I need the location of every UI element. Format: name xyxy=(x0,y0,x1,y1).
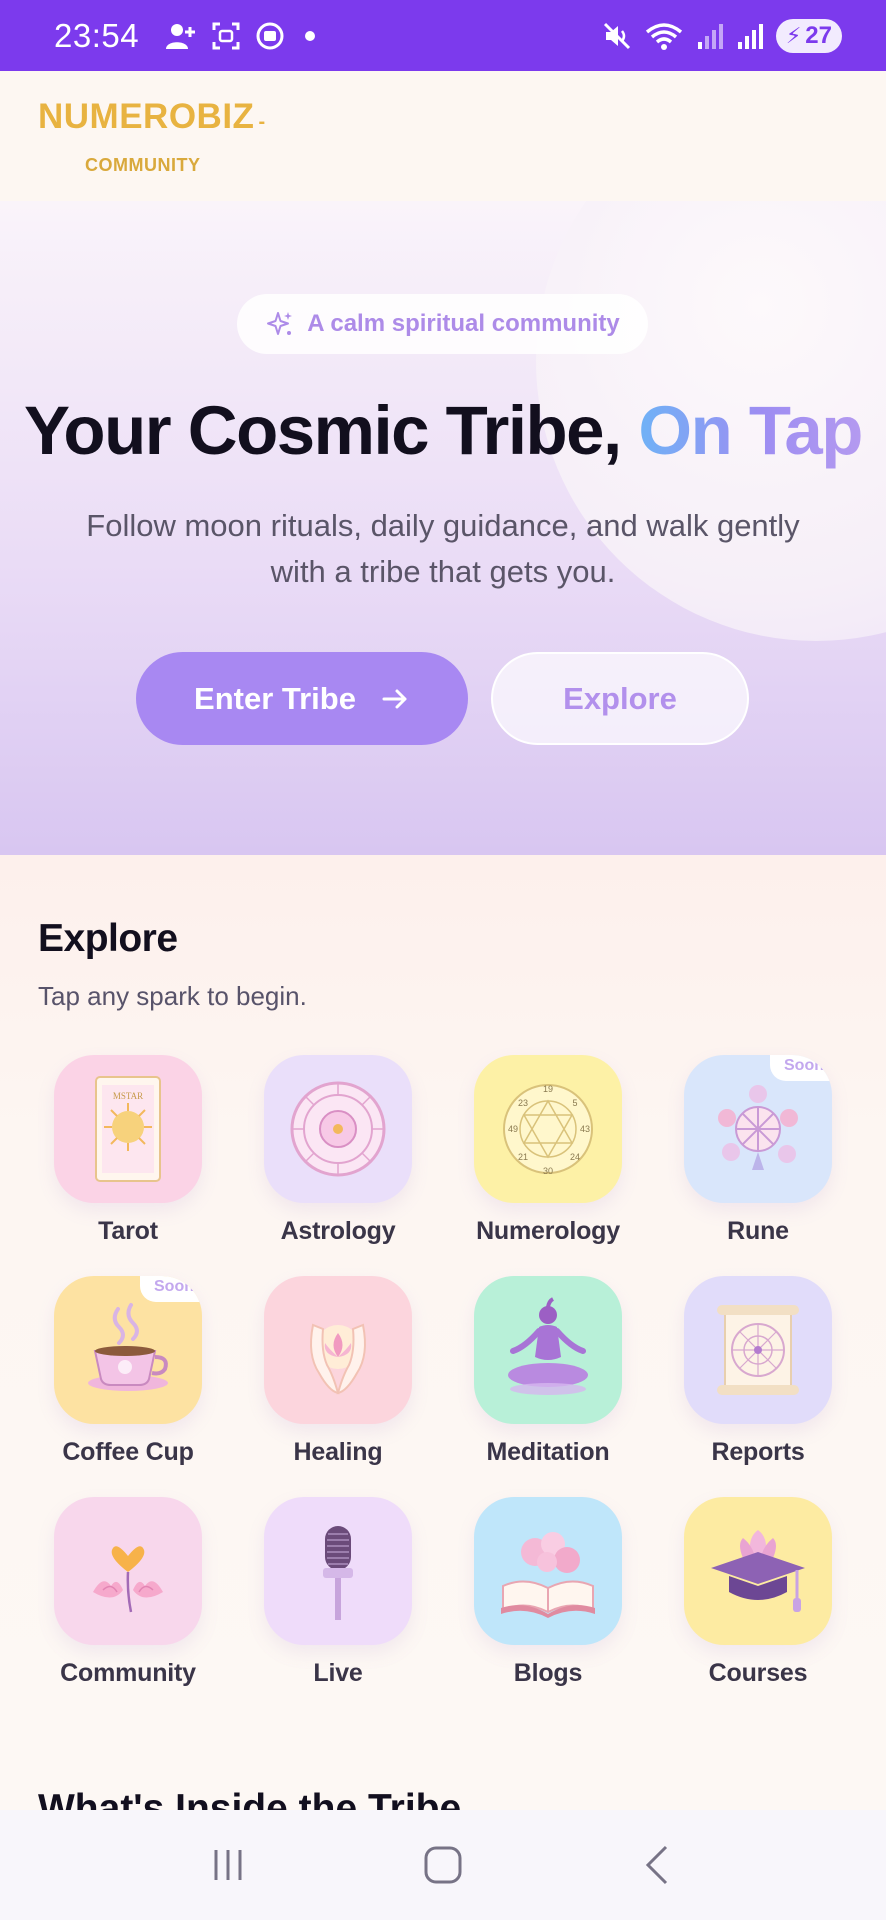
person-add-icon xyxy=(166,23,196,49)
battery-level: 27 xyxy=(805,21,832,49)
tarot-card-icon: MSTAR xyxy=(54,1055,202,1203)
svg-text:23: 23 xyxy=(518,1098,528,1108)
graduation-cap-icon xyxy=(684,1497,832,1645)
explore-tile-blogs[interactable]: Blogs xyxy=(443,1497,653,1688)
explore-tile-rune[interactable]: Soon Rune xyxy=(653,1055,863,1246)
explore-tile-reports[interactable]: Reports xyxy=(653,1276,863,1467)
recent-apps-icon xyxy=(214,1850,242,1880)
svg-text:21: 21 xyxy=(518,1152,528,1162)
recent-apps-button[interactable] xyxy=(188,1835,268,1895)
tile-label: Coffee Cup xyxy=(62,1438,194,1466)
logo-mark: - xyxy=(258,111,266,133)
status-notification-icons xyxy=(163,21,321,51)
explore-title: Explore xyxy=(38,917,178,960)
home-button[interactable] xyxy=(403,1835,483,1895)
explore-tile-numerology[interactable]: 19 49 43 30 23 5 21 24 Numerology xyxy=(443,1055,653,1246)
signal-icon xyxy=(697,23,723,49)
svg-text:5: 5 xyxy=(572,1098,577,1108)
healing-hands-icon xyxy=(264,1276,412,1424)
open-book-icon xyxy=(474,1497,622,1645)
app-header: NUMEROBIZ - COMMUNITY xyxy=(0,71,886,201)
status-time: 23:54 xyxy=(54,16,140,54)
section-title-whats-inside: What's Inside the Tribe xyxy=(38,1787,462,1810)
mute-icon xyxy=(603,22,630,49)
tile-label: Rune xyxy=(727,1217,789,1245)
explore-tile-healing[interactable]: Healing xyxy=(233,1276,443,1467)
screen-record-icon xyxy=(256,22,284,49)
tile-label: Reports xyxy=(711,1438,805,1466)
tile-label: Numerology xyxy=(476,1217,620,1245)
lotus-heart-icon xyxy=(54,1497,202,1645)
status-bar: 23:54 ⚡ 27 xyxy=(0,0,886,71)
system-navigation-bar xyxy=(0,1810,886,1920)
svg-text:19: 19 xyxy=(543,1084,553,1094)
explore-button[interactable]: Explore xyxy=(491,652,749,745)
hero-title-accent: On Tap xyxy=(638,392,863,469)
hero-title: Your Cosmic Tribe, On Tap xyxy=(0,391,886,470)
tile-label: Healing xyxy=(293,1438,383,1466)
wifi-icon xyxy=(645,22,682,50)
zodiac-wheel-icon xyxy=(264,1055,412,1203)
logo-text: NUMEROBIZ xyxy=(38,97,255,136)
scroll-chart-icon xyxy=(684,1276,832,1424)
back-icon xyxy=(646,1845,668,1885)
dot-icon xyxy=(305,30,316,41)
tile-label: Community xyxy=(60,1659,196,1687)
explore-tile-coffee-cup[interactable]: Soon Coffee Cup xyxy=(23,1276,233,1467)
svg-text:MSTAR: MSTAR xyxy=(113,1091,143,1101)
tile-label: Meditation xyxy=(486,1438,610,1466)
microphone-icon xyxy=(264,1497,412,1645)
signal-icon xyxy=(737,23,763,49)
hero-title-main: Your Cosmic Tribe, xyxy=(24,392,639,469)
hero-subtitle: Follow moon rituals, daily guidance, and… xyxy=(86,508,800,589)
meditation-icon xyxy=(474,1276,622,1424)
hero-tagline: A calm spiritual community xyxy=(307,310,620,337)
svg-text:24: 24 xyxy=(570,1152,580,1162)
explore-tile-courses[interactable]: Courses xyxy=(653,1497,863,1688)
svg-text:30: 30 xyxy=(543,1166,553,1176)
enter-tribe-label: Enter Tribe xyxy=(194,680,356,716)
tile-label: Live xyxy=(313,1659,363,1687)
tile-label: Tarot xyxy=(98,1217,158,1245)
tile-label: Blogs xyxy=(513,1659,583,1687)
tile-label: Astrology xyxy=(280,1217,396,1245)
arrow-right-icon xyxy=(382,689,407,708)
explore-section: Explore Tap any spark to begin. MSTAR Ta… xyxy=(0,855,886,1810)
home-icon xyxy=(424,1846,462,1884)
soon-badge: Soon xyxy=(770,1055,832,1081)
sparkles-icon xyxy=(267,312,293,335)
explore-tile-community[interactable]: Community xyxy=(23,1497,233,1688)
coffee-cup-icon: Soon xyxy=(54,1276,202,1424)
status-system-icons: ⚡ 27 xyxy=(602,18,842,53)
explore-tile-live[interactable]: Live xyxy=(233,1497,443,1688)
rune-stones-icon: Soon xyxy=(684,1055,832,1203)
enter-tribe-button[interactable]: Enter Tribe xyxy=(136,652,468,745)
numerology-wheel-icon: 19 49 43 30 23 5 21 24 xyxy=(474,1055,622,1203)
tile-label: Courses xyxy=(708,1659,808,1687)
battery-icon: ⚡ 27 xyxy=(775,18,842,53)
svg-text:43: 43 xyxy=(580,1124,590,1134)
logo-subtitle: COMMUNITY xyxy=(85,155,201,175)
explore-tile-astrology[interactable]: Astrology xyxy=(233,1055,443,1246)
app-logo[interactable]: NUMEROBIZ - xyxy=(38,97,266,137)
explore-tile-tarot[interactable]: MSTAR Tarot xyxy=(23,1055,233,1246)
screenshot-icon xyxy=(212,22,240,49)
soon-badge: Soon xyxy=(140,1276,202,1302)
charging-icon: ⚡ xyxy=(785,22,802,48)
explore-tile-meditation[interactable]: Meditation xyxy=(443,1276,653,1467)
hero-tagline-pill: A calm spiritual community xyxy=(237,294,648,354)
svg-text:49: 49 xyxy=(508,1124,518,1134)
hero-section: A calm spiritual community Your Cosmic T… xyxy=(0,201,886,855)
back-button[interactable] xyxy=(618,1835,698,1895)
explore-subtitle: Tap any spark to begin. xyxy=(38,981,307,1011)
